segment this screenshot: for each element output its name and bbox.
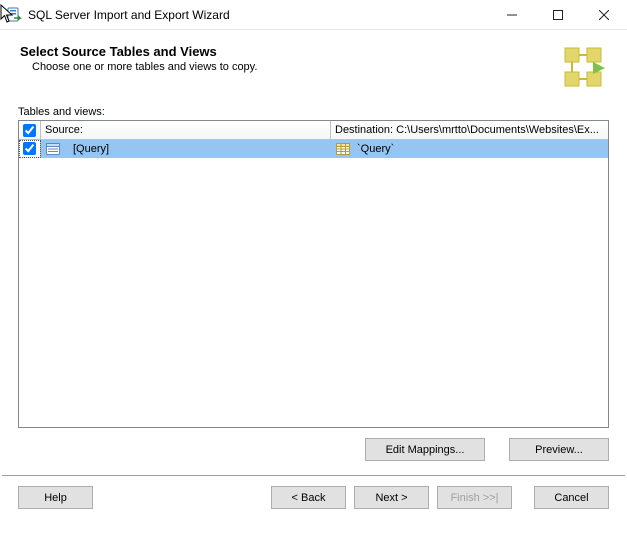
titlebar: SQL Server Import and Export Wizard: [0, 0, 627, 30]
row-destination-text: `Query`: [357, 143, 394, 155]
page-heading: Select Source Tables and Views: [20, 44, 559, 59]
table-icon: [335, 141, 351, 157]
edit-mappings-button[interactable]: Edit Mappings...: [365, 438, 485, 461]
wizard-icon: [559, 44, 607, 92]
row-destination-cell[interactable]: `Query`: [331, 140, 608, 158]
cancel-button[interactable]: Cancel: [534, 486, 609, 509]
window-title: SQL Server Import and Export Wizard: [28, 8, 489, 22]
column-header-destination[interactable]: Destination: C:\Users\mrtto\Documents\We…: [331, 121, 608, 140]
select-all-checkbox[interactable]: [23, 124, 36, 137]
page-subheading: Choose one or more tables and views to c…: [32, 61, 559, 73]
table-row[interactable]: [Query] `Query`: [19, 140, 608, 158]
wizard-nav: Help < Back Next > Finish >>| Cancel: [0, 476, 627, 519]
row-source-cell[interactable]: [Query]: [41, 140, 331, 158]
header-checkbox-cell[interactable]: [19, 121, 41, 140]
finish-button: Finish >>|: [437, 486, 512, 509]
grid-action-buttons: Edit Mappings... Preview...: [0, 428, 627, 475]
row-checkbox[interactable]: [23, 142, 36, 155]
help-button[interactable]: Help: [18, 486, 93, 509]
preview-button[interactable]: Preview...: [509, 438, 609, 461]
tables-grid[interactable]: Source: Destination: C:\Users\mrtto\Docu…: [18, 120, 609, 428]
row-checkbox-cell[interactable]: [19, 140, 41, 158]
row-source-text: [Query]: [73, 143, 109, 155]
query-icon: [45, 141, 61, 157]
next-button[interactable]: Next >: [354, 486, 429, 509]
tables-label: Tables and views:: [18, 106, 609, 118]
back-button[interactable]: < Back: [271, 486, 346, 509]
content-area: Tables and views: Source: Destination: C…: [0, 98, 627, 428]
close-button[interactable]: [581, 0, 627, 29]
maximize-button[interactable]: [535, 0, 581, 29]
column-header-source[interactable]: Source:: [41, 121, 331, 140]
minimize-button[interactable]: [489, 0, 535, 29]
grid-header: Source: Destination: C:\Users\mrtto\Docu…: [19, 121, 608, 140]
wizard-header: Select Source Tables and Views Choose on…: [0, 30, 627, 98]
window-controls: [489, 0, 627, 29]
mouse-cursor-icon: [0, 4, 14, 24]
